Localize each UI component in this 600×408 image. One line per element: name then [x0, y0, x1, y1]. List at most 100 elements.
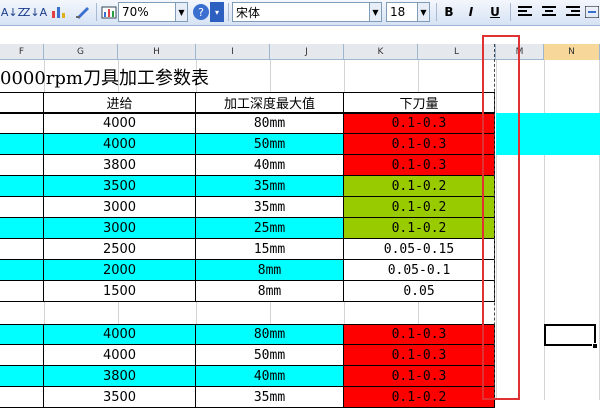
table-row: 3000 25mm 0.1-0.2	[0, 218, 495, 239]
sort-descending-icon[interactable]: Z↓A	[23, 2, 47, 22]
feed-cell[interactable]: 4000	[44, 345, 196, 366]
table-row: 4000 50mm 0.1-0.3	[0, 345, 495, 366]
row-cell-blank[interactable]	[0, 155, 44, 176]
font-size-dropdown-arrow[interactable]: ▼	[418, 2, 430, 22]
bold-button[interactable]: B	[440, 2, 458, 22]
toolbar-options-icon[interactable]: ▾	[210, 2, 224, 22]
cut-cell[interactable]: 0.1-0.3	[344, 113, 495, 134]
depth-cell[interactable]: 35mm	[196, 176, 344, 197]
table-row: 3800 40mm 0.1-0.3	[0, 155, 495, 176]
depth-cell[interactable]: 8mm	[196, 260, 344, 281]
help-label: ?	[193, 4, 209, 20]
table-row: 3500 35mm 0.1-0.2	[0, 176, 495, 197]
depth-cell[interactable]: 35mm	[196, 197, 344, 218]
cut-cell[interactable]: 0.1-0.3	[344, 345, 495, 366]
row-cell-blank[interactable]	[0, 113, 44, 134]
help-icon[interactable]: ?	[190, 2, 212, 22]
row-cell-blank[interactable]	[0, 345, 44, 366]
depth-cell[interactable]: 80mm	[196, 324, 344, 345]
row-cell-blank[interactable]	[0, 281, 44, 302]
active-cell-n[interactable]	[544, 324, 596, 346]
depth-cell[interactable]: 15mm	[196, 239, 344, 260]
column-header-j[interactable]: J	[270, 44, 344, 60]
table-row: 4000 80mm 0.1-0.3	[0, 324, 495, 345]
table-row: 2500 15mm 0.05-0.15	[0, 239, 495, 260]
align-center-icon[interactable]	[538, 2, 560, 22]
cut-cell[interactable]: 0.05-0.1	[344, 260, 495, 281]
merge-center-icon[interactable]	[584, 2, 600, 22]
sheet-title[interactable]: 0000rpm刀具加工参数表	[0, 64, 209, 90]
table-row: 3800 40mm 0.1-0.3	[0, 366, 495, 387]
underline-button[interactable]: U	[486, 2, 504, 22]
chart-icon[interactable]	[98, 2, 120, 22]
depth-cell[interactable]: 50mm	[196, 345, 344, 366]
align-right-icon[interactable]	[562, 2, 584, 22]
sort-ascending-label: A↓Z	[0, 5, 26, 19]
header-cell-feed[interactable]: 进给	[44, 92, 196, 113]
depth-cell[interactable]: 40mm	[196, 155, 344, 176]
zoom-combo[interactable]	[118, 2, 176, 22]
header-cell-depth[interactable]: 加工深度最大值	[196, 92, 344, 113]
sort-ascending-icon[interactable]: A↓Z	[0, 2, 26, 22]
align-left-icon[interactable]	[514, 2, 536, 22]
cut-cell[interactable]: 0.1-0.2	[344, 218, 495, 239]
feed-cell[interactable]: 3000	[44, 197, 196, 218]
header-cell-blank[interactable]	[0, 92, 44, 113]
depth-cell[interactable]: 8mm	[196, 281, 344, 302]
row-cell-blank[interactable]	[0, 134, 44, 155]
depth-cell[interactable]: 80mm	[196, 113, 344, 134]
column-header-i[interactable]: I	[196, 44, 270, 60]
feed-cell[interactable]: 3800	[44, 366, 196, 387]
red-highlight-outline	[482, 35, 520, 400]
column-header-g[interactable]: G	[44, 44, 118, 60]
formatting-toolbar: A↓Z Z↓A ▼ ? ▾ ▼ ▼ B I U	[0, 0, 600, 26]
cut-cell[interactable]: 0.05	[344, 281, 495, 302]
depth-cell[interactable]: 40mm	[196, 366, 344, 387]
table-row: 4000 50mm 0.1-0.3	[0, 134, 495, 155]
cut-cell[interactable]: 0.1-0.3	[344, 366, 495, 387]
table-header-row: 进给 加工深度最大值 下刀量	[0, 92, 495, 113]
depth-cell[interactable]: 50mm	[196, 134, 344, 155]
depth-cell[interactable]: 35mm	[196, 387, 344, 408]
column-header-k[interactable]: K	[344, 44, 418, 60]
font-size-combo[interactable]	[386, 2, 418, 22]
italic-button[interactable]: I	[462, 2, 480, 22]
cut-cell[interactable]: 0.1-0.2	[344, 387, 495, 408]
feed-cell[interactable]: 1500	[44, 281, 196, 302]
feed-cell[interactable]: 3500	[44, 387, 196, 408]
row-cell-blank[interactable]	[0, 260, 44, 281]
row-cell-blank[interactable]	[0, 387, 44, 408]
row-cell-blank[interactable]	[0, 176, 44, 197]
header-cell-cut[interactable]: 下刀量	[344, 92, 495, 113]
drawing-icon[interactable]	[72, 2, 94, 22]
fill-handle[interactable]	[592, 343, 598, 349]
column-header-n[interactable]: N	[544, 44, 600, 60]
font-name-dropdown-arrow[interactable]: ▼	[370, 2, 382, 22]
row-cell-blank[interactable]	[0, 197, 44, 218]
column-header-f[interactable]: F	[0, 44, 44, 60]
feed-cell[interactable]: 4000	[44, 113, 196, 134]
row-cell-blank[interactable]	[0, 366, 44, 387]
column-header-h[interactable]: H	[118, 44, 196, 60]
row-cell-blank[interactable]	[0, 324, 44, 345]
table-row: 3500 35mm 0.1-0.2	[0, 387, 495, 408]
feed-cell[interactable]: 3500	[44, 176, 196, 197]
feed-cell[interactable]: 2000	[44, 260, 196, 281]
row-cell-blank[interactable]	[0, 239, 44, 260]
chart-wizard-icon[interactable]	[48, 2, 70, 22]
cut-cell[interactable]: 0.1-0.3	[344, 155, 495, 176]
cut-cell[interactable]: 0.05-0.15	[344, 239, 495, 260]
cut-cell[interactable]: 0.1-0.2	[344, 176, 495, 197]
feed-cell[interactable]: 3000	[44, 218, 196, 239]
cut-cell[interactable]: 0.1-0.3	[344, 324, 495, 345]
feed-cell[interactable]: 4000	[44, 324, 196, 345]
cut-cell[interactable]: 0.1-0.3	[344, 134, 495, 155]
depth-cell[interactable]: 25mm	[196, 218, 344, 239]
cut-cell[interactable]: 0.1-0.2	[344, 197, 495, 218]
feed-cell[interactable]: 4000	[44, 134, 196, 155]
font-name-combo[interactable]	[232, 2, 370, 22]
feed-cell[interactable]: 2500	[44, 239, 196, 260]
row-cell-blank[interactable]	[0, 218, 44, 239]
feed-cell[interactable]: 3800	[44, 155, 196, 176]
zoom-dropdown-arrow[interactable]: ▼	[176, 2, 188, 22]
